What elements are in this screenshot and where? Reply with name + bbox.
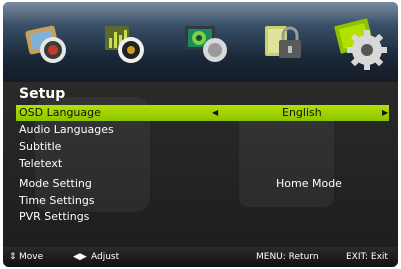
menu-item-osd-language[interactable]: OSD Language ◀ English ▶ <box>16 105 389 121</box>
menu-item-label: Time Settings <box>19 194 95 207</box>
menu-item-label: Mode Setting <box>19 177 92 190</box>
osd-window: Setup OSD Language ◀ English ▶ Audio Lan… <box>3 2 398 267</box>
menu-item-label: OSD Language <box>19 106 101 119</box>
hint-exit: EXIT: Exit <box>346 252 388 262</box>
menu-item-teletext[interactable]: Teletext <box>16 156 389 172</box>
menu-item-subtitle[interactable]: Subtitle <box>16 139 389 155</box>
picture-icon[interactable] <box>23 22 71 70</box>
menu-item-label: PVR Settings <box>19 210 90 223</box>
category-bar <box>3 2 398 82</box>
menu-item-label: Audio Languages <box>19 123 114 136</box>
setup-gear-icon[interactable] <box>331 12 393 78</box>
leftright-icon: ◀▶ <box>73 252 87 262</box>
menu-item-pvr-settings[interactable]: PVR Settings <box>16 209 389 225</box>
menu-item-label: Subtitle <box>19 140 62 153</box>
channel-icon[interactable] <box>181 20 231 70</box>
hint-move: Move <box>19 252 44 262</box>
menu-item-label: Teletext <box>19 157 63 170</box>
menu-item-mode-setting[interactable]: Mode Setting Home Mode <box>16 176 389 192</box>
updown-icon: ⇕ <box>9 252 17 262</box>
arrow-left-icon[interactable]: ◀ <box>212 105 218 121</box>
menu-item-value: Home Mode <box>276 177 342 190</box>
menu-title: Setup <box>19 86 66 102</box>
menu-item-audio-languages[interactable]: Audio Languages <box>16 122 389 138</box>
key-hint-bar: ⇕ Move ◀▶ Adjust MENU: Return EXIT: Exit <box>3 247 398 267</box>
hint-menu-return: MENU: Return <box>256 252 319 262</box>
sound-icon[interactable] <box>101 20 149 70</box>
hint-adjust: Adjust <box>91 252 120 262</box>
arrow-right-icon[interactable]: ▶ <box>382 105 388 121</box>
menu-item-time-settings[interactable]: Time Settings <box>16 193 389 209</box>
menu-item-value: English <box>282 106 322 119</box>
lock-icon[interactable] <box>261 20 307 70</box>
